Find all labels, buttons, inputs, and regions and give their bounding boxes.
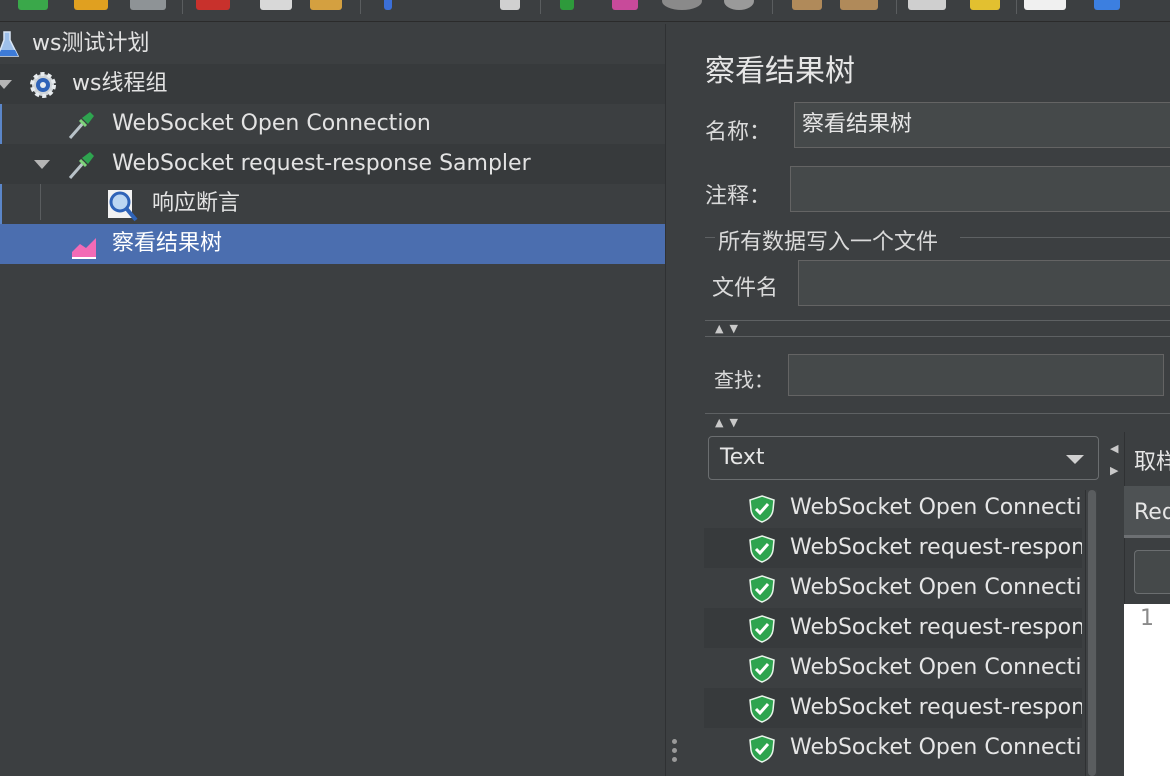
tree-item-view-results-tree[interactable]: 察看结果树 [0,224,665,264]
result-item-label: WebSocket Open Connecti [790,735,1082,760]
result-item-label: WebSocket Open Connecti [790,495,1082,520]
split-pane-divider[interactable] [665,24,687,776]
split-toggle-arrows-icon[interactable]: ▲▼ [715,322,744,335]
success-shield-icon [749,695,775,723]
tree-item-ws-request-response-sampler[interactable]: WebSocket request-response Sampler [0,144,665,184]
splitter-grip-icon [672,757,677,762]
editor-line-number: 1 [1140,606,1154,631]
start-icon[interactable] [560,0,574,10]
results-list: WebSocket Open Connecti WebSocket reques… [704,484,1082,776]
paste-icon[interactable] [310,0,342,10]
panel-title: 察看结果树 [705,54,855,89]
templates-icon[interactable] [74,0,108,10]
result-item[interactable]: WebSocket Open Connecti [704,488,1082,528]
result-item[interactable]: WebSocket Open Connecti [704,728,1082,768]
results-scrollbar[interactable] [1085,490,1097,776]
comment-label: 注释： [705,184,772,209]
result-item[interactable]: WebSocket request-respon [704,528,1082,568]
renderer-select[interactable]: Text [708,436,1099,480]
result-item[interactable]: WebSocket request-respon [704,688,1082,728]
thread-group-gear-icon [30,72,56,98]
expand-icon[interactable] [384,0,392,10]
file-group-label: 所有数据写入一个文件 [718,230,939,255]
success-shield-icon [749,495,775,523]
renderer-selected-value: Text [720,445,765,470]
splitter-grip-icon [672,739,677,744]
divider [705,413,1170,414]
name-label: 名称： [705,120,772,145]
result-item[interactable]: WebSocket Open Connecti [704,648,1082,688]
search-field[interactable] [788,354,1164,396]
comment-field[interactable] [790,166,1170,212]
tree-item-response-assertion[interactable]: 响应断言 [0,184,665,224]
request-view-field[interactable] [1134,550,1170,594]
tab-request[interactable]: Req [1134,500,1170,525]
test-plan-icon [0,31,20,57]
tree-item-label: WebSocket request-response Sampler [112,151,531,176]
tree-item-label: ws线程组 [72,71,168,96]
divider [705,336,1170,337]
function-helper-icon[interactable] [1024,0,1066,10]
result-item-label: WebSocket request-respon [790,695,1082,720]
search-icon[interactable] [908,0,946,10]
result-item-label: WebSocket Open Connecti [790,575,1082,600]
result-item[interactable]: WebSocket request-respon [704,608,1082,648]
shutdown-icon[interactable] [724,0,754,10]
success-shield-icon [749,575,775,603]
chevron-down-icon [1066,455,1084,464]
collapse-arrow-icon[interactable] [34,160,50,169]
filename-label: 文件名 [712,276,779,301]
scrollbar-thumb[interactable] [1088,490,1096,776]
result-item-label: WebSocket Open Connecti [790,655,1082,680]
listener-chart-icon [72,238,96,259]
assertion-magnifier-icon [108,190,138,222]
success-shield-icon [749,735,775,763]
start-no-pause-icon[interactable] [612,0,638,10]
sampler-pipette-icon [68,112,94,139]
split-toggle-arrows-icon[interactable]: ▲▼ [715,416,744,429]
copy-icon[interactable] [260,0,292,10]
tree-item-ws-open-connection[interactable]: WebSocket Open Connection [0,104,665,144]
tree-item-label: ws测试计划 [32,31,150,56]
save-icon[interactable] [130,0,166,10]
tree-item-test-plan[interactable]: ws测试计划 [0,24,665,64]
stop-icon[interactable] [662,0,702,10]
filename-field[interactable] [798,260,1170,306]
splitter-grip-icon [672,748,677,753]
group-border [960,237,1170,238]
main-toolbar [0,0,1170,22]
sampler-pipette-icon [68,152,94,179]
divider [705,320,1170,321]
new-icon[interactable] [18,0,48,10]
success-shield-icon [749,535,775,563]
tree-item-label: 响应断言 [152,191,241,216]
test-plan-tree: ws测试计划 ws线程组 WebSocket Open Connection W… [0,24,665,776]
name-field[interactable]: 察看结果树 [794,102,1170,148]
clear-icon[interactable] [792,0,822,10]
expand-right-arrow-icon[interactable]: ▶ [1110,464,1118,477]
tab-sampler-result[interactable]: 取样 [1134,444,1170,476]
result-item-label: WebSocket request-respon [790,535,1082,560]
group-border [705,237,715,238]
tree-item-thread-group[interactable]: ws线程组 [0,64,665,104]
cut-icon[interactable] [196,0,230,10]
clear-all-icon[interactable] [840,0,878,10]
collapse-arrow-icon[interactable] [0,80,12,89]
request-body-editor[interactable]: 1 [1124,604,1170,776]
result-item-label: WebSocket request-respon [790,615,1082,640]
result-item[interactable]: WebSocket Open Connecti [704,568,1082,608]
collapse-left-arrow-icon[interactable]: ◀ [1110,442,1118,455]
view-results-tree-panel: 察看结果树 名称： 察看结果树 注释： 所有数据写入一个文件 文件名 ▲▼ 查找… [687,24,1170,776]
search-label: 查找： [714,368,774,392]
toggle-icon[interactable] [500,0,520,10]
success-shield-icon [749,615,775,643]
success-shield-icon [749,655,775,683]
reset-search-icon[interactable] [970,0,1000,10]
tree-item-label: WebSocket Open Connection [112,111,431,136]
help-icon[interactable] [1094,0,1120,10]
tree-item-label: 察看结果树 [112,231,223,256]
